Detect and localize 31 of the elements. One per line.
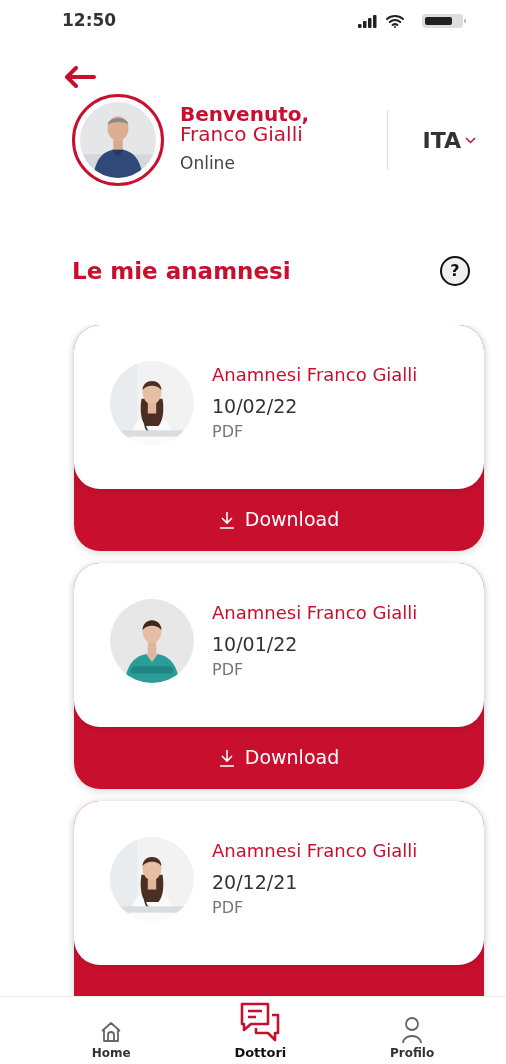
document-date: 10/01/22 bbox=[212, 631, 299, 657]
language-selector[interactable]: ITA bbox=[422, 123, 476, 157]
document-title: Anamnesi Franco Gialli bbox=[212, 600, 418, 625]
clock-time: 12:50 bbox=[62, 9, 117, 33]
nav-tab[interactable]: Dottori bbox=[234, 997, 287, 1064]
download-icon bbox=[218, 510, 235, 529]
download-icon bbox=[218, 748, 235, 767]
nav-tab[interactable]: Home bbox=[91, 997, 131, 1064]
file-format: PDF bbox=[212, 897, 245, 920]
online-status: Online bbox=[180, 151, 236, 175]
battery-icon bbox=[422, 14, 466, 28]
wifi-icon bbox=[386, 14, 404, 28]
user-name: Franco Gialli bbox=[180, 123, 303, 145]
welcome-text: Benvenuto, bbox=[180, 103, 310, 124]
document-title: Anamnesi Franco Gialli bbox=[212, 362, 418, 387]
nav-tab[interactable]: Profilo bbox=[389, 997, 435, 1064]
document-date: 20/12/21 bbox=[212, 869, 299, 895]
file-format: PDF bbox=[212, 659, 245, 682]
signal-icon bbox=[358, 14, 378, 28]
chat-icon bbox=[239, 1000, 282, 1043]
document-title: Anamnesi Franco Gialli bbox=[212, 838, 418, 863]
download-button[interactable]: Download bbox=[74, 726, 484, 789]
file-format: PDF bbox=[212, 421, 245, 444]
person-icon bbox=[400, 1016, 425, 1044]
section-title: Le mie anamnesi bbox=[72, 257, 291, 286]
back-button[interactable] bbox=[64, 64, 96, 88]
download-button[interactable]: Download bbox=[74, 488, 484, 551]
document-date: 10/02/22 bbox=[212, 393, 299, 419]
help-button[interactable]: ? bbox=[440, 256, 470, 287]
back-arrow-icon bbox=[64, 65, 96, 88]
chevron-down-icon bbox=[465, 136, 476, 144]
